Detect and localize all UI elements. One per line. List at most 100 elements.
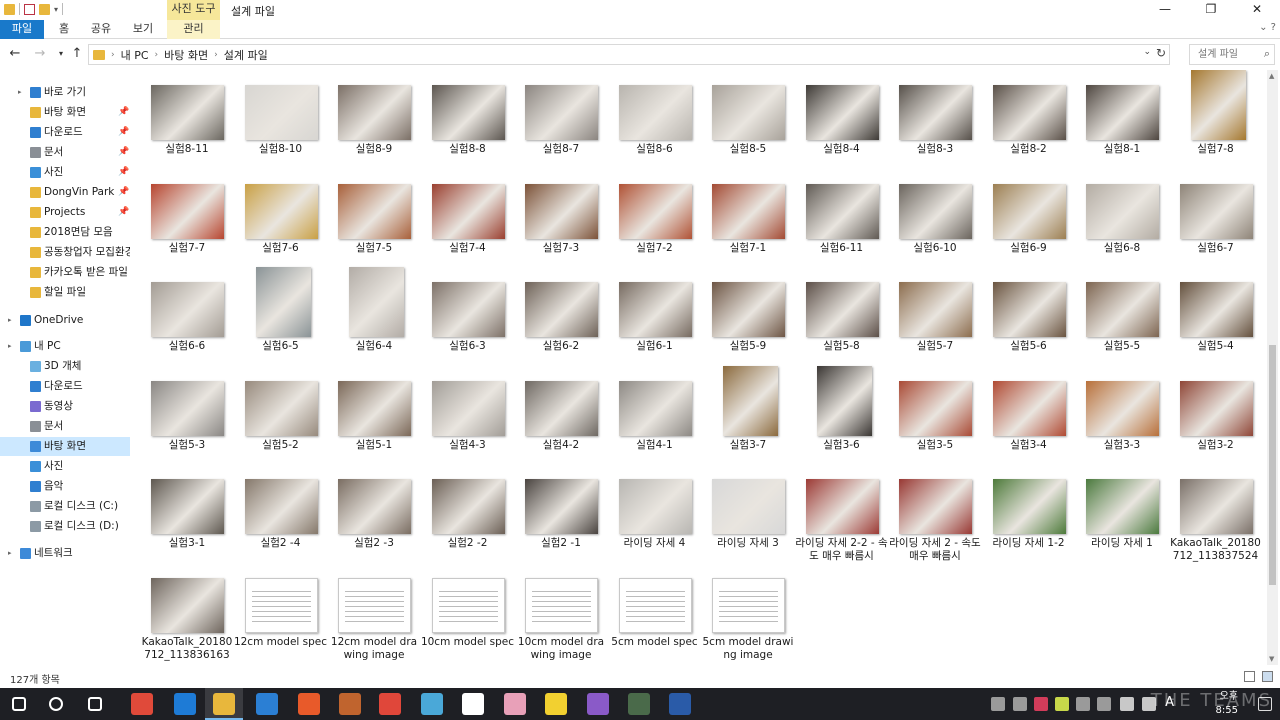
nav-item-13[interactable]: 3D 개체	[0, 357, 130, 376]
large-icons-view-icon[interactable]	[1262, 671, 1273, 682]
file-item[interactable]: 실험3-4	[982, 366, 1076, 462]
file-item[interactable]: 라이딩 자세 1	[1075, 464, 1169, 560]
file-item[interactable]: 실험2 -2	[421, 464, 515, 560]
nav-item-2[interactable]: 다운로드 📌	[0, 123, 130, 142]
nav-item-5[interactable]: DongVin Park 📌	[0, 183, 130, 202]
details-view-icon[interactable]	[1244, 671, 1255, 682]
nav-item-21[interactable]: 로컬 디스크 (D:)	[0, 517, 130, 536]
minimize-button[interactable]: —	[1142, 0, 1188, 20]
nav-item-0[interactable]: ▸ 바로 가기	[0, 83, 130, 102]
search-box[interactable]: ⌕	[1189, 44, 1275, 65]
tab-home[interactable]: 홈	[52, 20, 76, 39]
file-item[interactable]: 실험6-11	[795, 169, 889, 265]
file-item[interactable]: 실험2 -4	[234, 464, 328, 560]
file-item[interactable]: 실험6-6	[140, 267, 234, 363]
tab-view[interactable]: 보기	[128, 20, 158, 39]
ribbon-expand-button[interactable]: ⌄ ?	[1259, 22, 1276, 33]
file-item[interactable]: 실험5-3	[140, 366, 234, 462]
file-item[interactable]: 실험8-6	[608, 70, 702, 166]
chevron-down-icon[interactable]: ▾	[54, 5, 58, 14]
pin-icon[interactable]: 📌	[118, 123, 129, 142]
file-item[interactable]: 실험8-4	[795, 70, 889, 166]
file-item[interactable]: 실험7-1	[701, 169, 795, 265]
chevron-right-icon[interactable]: ▸	[8, 311, 12, 330]
app-r-icon[interactable]	[1034, 697, 1048, 711]
chevron-right-icon[interactable]: ▸	[18, 83, 22, 102]
file-item[interactable]: 실험5-1	[327, 366, 421, 462]
scroll-down-icon[interactable]: ▼	[1269, 655, 1274, 663]
nav-item-14[interactable]: 다운로드	[0, 377, 130, 396]
task-view-icon[interactable]	[88, 697, 102, 711]
file-item[interactable]: 실험5-9	[701, 267, 795, 363]
file-item[interactable]: 실험3-6	[795, 365, 889, 462]
file-item[interactable]: 실험8-8	[421, 70, 515, 166]
chevron-right-icon[interactable]: ▸	[8, 337, 12, 356]
chevron-down-icon[interactable]: ⌄	[1143, 47, 1151, 57]
nav-item-8[interactable]: 공동창업자 모집환경	[0, 243, 130, 262]
paint-icon[interactable]	[504, 693, 526, 715]
nav-item-18[interactable]: 사진	[0, 457, 130, 476]
crumb-desktop[interactable]: 바탕 화면	[164, 47, 208, 63]
people-icon[interactable]	[991, 697, 1005, 711]
crumb-this-pc[interactable]: 내 PC	[121, 47, 149, 63]
pin-icon[interactable]: 📌	[118, 103, 129, 122]
file-item[interactable]: 실험5-8	[795, 267, 889, 363]
file-item[interactable]: 실험3-5	[888, 366, 982, 462]
file-item[interactable]: KakaoTalk_20180712_113836163	[140, 563, 234, 661]
file-item[interactable]: 실험6-9	[982, 169, 1076, 265]
app-brown-icon[interactable]	[339, 693, 361, 715]
file-item[interactable]: 실험7-6	[234, 169, 328, 265]
close-button[interactable]: ✕	[1234, 0, 1280, 20]
app-blue-icon[interactable]	[256, 693, 278, 715]
scrollbar-thumb[interactable]	[1269, 345, 1276, 585]
tab-file[interactable]: 파일	[0, 20, 44, 39]
crumb-design-files[interactable]: 설계 파일	[224, 47, 268, 63]
file-item[interactable]: 실험3-7	[701, 365, 795, 462]
file-item[interactable]: 실험3-1	[140, 464, 234, 560]
file-item[interactable]: 실험7-5	[327, 169, 421, 265]
file-item[interactable]: 라이딩 자세 2 - 속도 매우 빠름시	[888, 464, 982, 562]
file-item[interactable]: 실험7-2	[608, 169, 702, 265]
calculator-icon[interactable]	[462, 693, 484, 715]
file-item[interactable]: 실험7-8	[1169, 70, 1263, 166]
back-button[interactable]: ←	[6, 45, 24, 63]
chevron-right-icon[interactable]: ▸	[8, 544, 12, 563]
file-item[interactable]: 실험6-2	[514, 267, 608, 363]
file-item[interactable]: 실험6-7	[1169, 169, 1263, 265]
chevron-right-icon[interactable]: ›	[111, 50, 115, 60]
file-item[interactable]: 실험8-7	[514, 70, 608, 166]
file-item[interactable]: 라이딩 자세 3	[701, 464, 795, 560]
file-item[interactable]: 실험6-5	[234, 267, 328, 363]
address-bar[interactable]: › 내 PC › 바탕 화면 › 설계 파일 ⌄ ↻	[88, 44, 1170, 65]
nav-item-6[interactable]: Projects 📌	[0, 203, 130, 222]
file-item[interactable]: 실험5-7	[888, 267, 982, 363]
file-explorer-icon[interactable]	[213, 693, 235, 715]
tab-share[interactable]: 공유	[86, 20, 116, 39]
file-item[interactable]: 5cm model drawing image	[701, 563, 795, 661]
word-icon[interactable]	[669, 693, 691, 715]
file-item[interactable]: 실험5-5	[1075, 267, 1169, 363]
maximize-button[interactable]: ❐	[1188, 0, 1234, 20]
pin-icon[interactable]: 📌	[118, 183, 129, 202]
file-item[interactable]: 실험3-2	[1169, 366, 1263, 462]
nav-item-3[interactable]: 문서 📌	[0, 143, 130, 162]
file-item[interactable]: 실험7-4	[421, 169, 515, 265]
nav-item-10[interactable]: 할일 파일	[0, 283, 130, 302]
file-item[interactable]: 실험2 -1	[514, 464, 608, 560]
search-input[interactable]	[1190, 45, 1254, 64]
file-item[interactable]: 실험4-3	[421, 366, 515, 462]
file-item[interactable]: 실험8-10	[234, 70, 328, 166]
nav-item-20[interactable]: 로컬 디스크 (C:)	[0, 497, 130, 516]
file-item[interactable]: 실험6-3	[421, 267, 515, 363]
properties-icon[interactable]	[24, 3, 35, 15]
nav-item-19[interactable]: 음악	[0, 477, 130, 496]
nav-item-22[interactable]: ▸ 네트워크	[0, 544, 130, 563]
nav-item-9[interactable]: 카카오톡 받은 파일	[0, 263, 130, 282]
refresh-icon[interactable]: ↻	[1156, 46, 1166, 60]
nav-item-16[interactable]: 문서	[0, 417, 130, 436]
file-item[interactable]: 실험5-6	[982, 267, 1076, 363]
edge-icon[interactable]	[174, 693, 196, 715]
nav-item-17[interactable]: 바탕 화면	[0, 437, 130, 456]
file-item[interactable]: 라이딩 자세 1-2	[982, 464, 1076, 560]
visual-studio-icon[interactable]	[587, 693, 609, 715]
